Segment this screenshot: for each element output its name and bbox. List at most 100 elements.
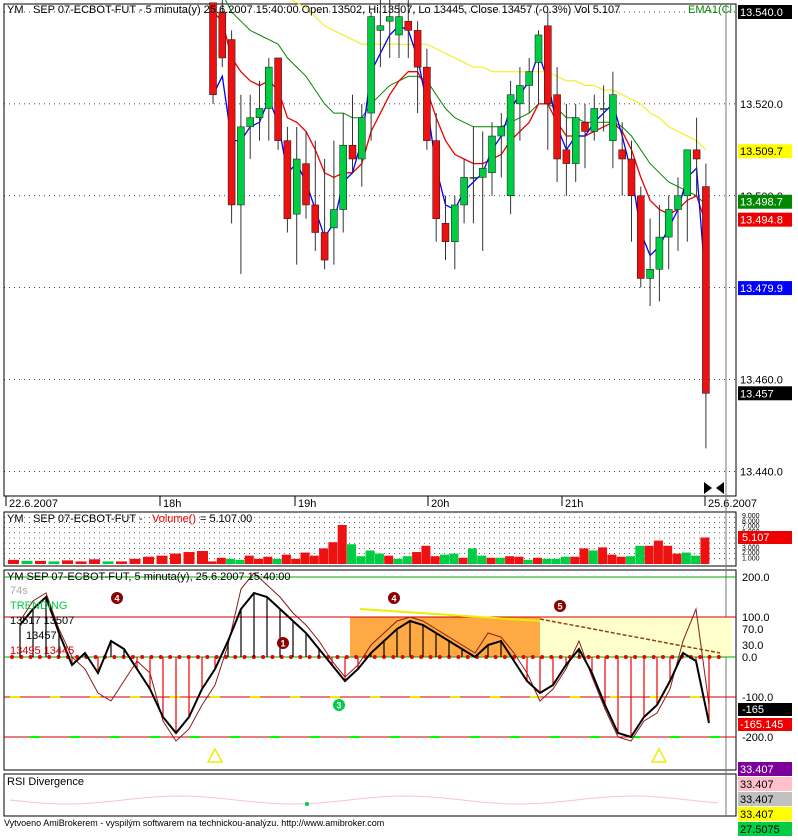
volume-bar: [495, 557, 505, 564]
candle-body: [637, 195, 645, 279]
indicator-title: YM SEP 07-ECBOT-FUT, 5 minuta(y), 25.6.2…: [7, 571, 291, 583]
rsi-badge-text: 33.407: [740, 794, 774, 806]
price-badge-text: 13.494.8: [740, 215, 783, 227]
candle-body: [209, 2, 217, 95]
volume-bar-early: [183, 552, 195, 564]
volume-bar: [272, 558, 282, 564]
volume-bar: [384, 555, 394, 564]
volume-bar: [551, 558, 561, 564]
rsi-badge-text: 27.5075: [740, 824, 780, 836]
indicator-marker-label: 4: [391, 594, 396, 604]
indicator-y-tick: -100.0: [742, 692, 773, 704]
volume-bar: [588, 550, 598, 564]
zero-dot: [456, 655, 461, 659]
volume-bar: [458, 557, 468, 564]
candle-body: [385, 16, 394, 22]
shade-orange: [350, 617, 540, 657]
volume-bar-early: [48, 561, 60, 564]
indicator-marker-label: 4: [114, 594, 119, 604]
zero-dot: [437, 655, 442, 659]
zero-dot: [540, 655, 545, 659]
candle-body: [265, 66, 273, 109]
candle-body: [274, 57, 282, 141]
candle-body: [702, 186, 710, 394]
zero-dot: [261, 655, 266, 659]
volume-bar: [486, 557, 496, 564]
candle-body: [525, 71, 533, 86]
volume-bar-early: [197, 551, 208, 564]
volume-bar: [291, 558, 301, 564]
volume-bar-early: [129, 558, 141, 564]
volume-bar: [216, 557, 226, 564]
zero-dot: [307, 655, 312, 659]
candle-body: [534, 34, 543, 63]
indicator-text-r2: 13457: [26, 630, 57, 642]
zero-dot: [586, 655, 591, 659]
volume-bar-early: [89, 559, 100, 564]
volume-bar-early: [143, 556, 154, 564]
zero-dot: [521, 655, 526, 659]
volume-bar: [235, 559, 245, 564]
indicator-text-trending: TRENDING: [10, 600, 67, 612]
zero-dot: [233, 655, 238, 659]
volume-bar: [300, 552, 310, 564]
volume-bar: [281, 554, 291, 564]
volume-bar: [653, 540, 663, 564]
volume-bar: [421, 545, 431, 564]
candle-body: [311, 204, 320, 233]
volume-bar: [365, 550, 375, 564]
candle-body: [544, 25, 552, 105]
volume-bar-early: [75, 561, 87, 564]
candle-body: [516, 85, 524, 105]
candle-body: [627, 158, 636, 196]
zero-dot: [372, 655, 377, 659]
zero-dot: [335, 655, 340, 659]
zero-dot: [661, 655, 665, 659]
candle-body: [451, 204, 459, 242]
price-title-ema: EMA1(Cl: [688, 4, 732, 16]
zero-dot: [651, 655, 656, 659]
candle-body: [246, 117, 254, 128]
zero-dot: [205, 655, 210, 659]
volume-bar: [700, 537, 710, 564]
price-y-tick: 13.460.0: [740, 375, 783, 387]
volume-bar: [663, 545, 673, 564]
candle-body: [339, 144, 347, 210]
candle-body: [674, 195, 682, 210]
volume-bar: [542, 558, 552, 564]
volume-bar: [691, 555, 701, 564]
candle-body: [646, 269, 654, 279]
candle-body: [376, 25, 385, 31]
zero-dot: [270, 655, 275, 659]
candle-body: [255, 108, 264, 118]
candle-body: [237, 126, 245, 206]
volume-bar-early: [156, 555, 168, 564]
volume-bar: [440, 554, 449, 564]
candle-body: [683, 149, 692, 196]
volume-bar: [523, 559, 533, 564]
volume-title-prefix: YM: [7, 513, 24, 525]
volume-bar-early: [170, 553, 181, 564]
volume-bar: [309, 555, 319, 564]
candle-body: [413, 30, 422, 68]
volume-bar: [263, 556, 273, 564]
volume-bar: [672, 553, 682, 564]
candle-body: [655, 236, 664, 270]
volume-bar: [254, 558, 263, 564]
indicator-marker-label: 3: [336, 701, 341, 711]
candle-body: [358, 117, 366, 160]
candle-body: [432, 140, 440, 219]
price-y-tick: 13.440.0: [740, 466, 783, 478]
volume-bar: [560, 556, 570, 564]
candle-body: [404, 20, 413, 31]
zero-dot: [130, 655, 135, 659]
candle-body: [320, 232, 329, 261]
zero-dot: [177, 655, 182, 659]
volume-y-tick: 1.000: [742, 555, 760, 562]
price-title-prefix: YM: [7, 4, 24, 16]
indicator-y-tick: -200.0: [742, 732, 773, 744]
candle-body: [488, 135, 496, 174]
volume-bar: [514, 556, 524, 564]
indicator-badge-b-text: -165.145: [740, 719, 783, 731]
indicator-y-tick: 70.0: [742, 624, 763, 636]
